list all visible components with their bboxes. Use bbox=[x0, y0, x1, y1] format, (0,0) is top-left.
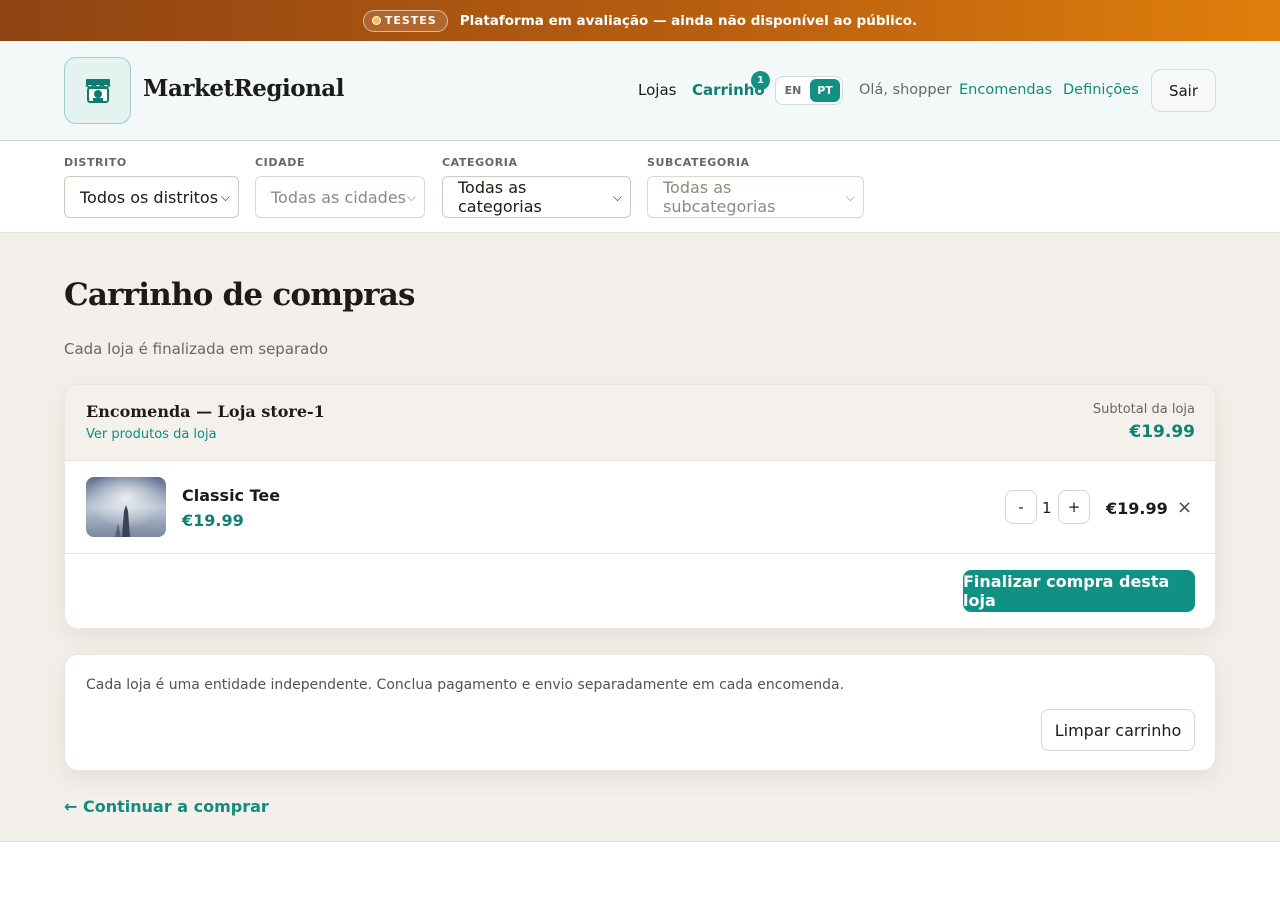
subtotal-value: €19.99 bbox=[1129, 422, 1195, 442]
page-title: Carrinho de compras bbox=[64, 277, 415, 313]
increase-quantity-button[interactable]: + bbox=[1058, 490, 1090, 524]
clear-cart-button[interactable]: Limpar carrinho bbox=[1041, 709, 1195, 751]
product-thumbnail[interactable] bbox=[86, 477, 166, 537]
language-switcher: EN PT bbox=[775, 76, 843, 105]
status-dot-icon bbox=[372, 17, 380, 24]
order-header: Encomenda — Loja store-1 Ver produtos da… bbox=[65, 385, 1215, 461]
site-header: MarketRegional Lojas Carrinho 1 EN PT Ol… bbox=[0, 41, 1280, 141]
product-name[interactable]: Classic Tee bbox=[182, 486, 280, 505]
lang-en-button[interactable]: EN bbox=[778, 79, 808, 102]
remove-item-icon[interactable]: × bbox=[1177, 497, 1192, 518]
test-banner: TESTES Plataforma em avaliação — ainda n… bbox=[0, 0, 1280, 41]
brand-name[interactable]: MarketRegional bbox=[143, 75, 344, 102]
decrease-quantity-button[interactable]: - bbox=[1005, 490, 1037, 524]
district-select[interactable]: Todos os distritos ⌵ bbox=[64, 176, 239, 218]
nav-stores[interactable]: Lojas bbox=[638, 81, 676, 99]
filter-city-label: CIDADE bbox=[255, 156, 306, 169]
filter-city: CIDADE Todas as cidades ⌵ bbox=[255, 156, 425, 218]
filter-bar: DISTRITO Todos os distritos ⌵ CIDADE Tod… bbox=[0, 141, 1280, 233]
banner-message: Plataforma em avaliação — ainda não disp… bbox=[459, 12, 918, 29]
user-greeting: Olá, shopper bbox=[859, 82, 952, 98]
logout-button[interactable]: Sair bbox=[1151, 69, 1216, 112]
test-badge: TESTES bbox=[362, 9, 448, 32]
cart-info-text: Cada loja é uma entidade independente. C… bbox=[86, 677, 845, 693]
storefront-logo-icon bbox=[84, 78, 111, 103]
cart-count-badge: 1 bbox=[751, 71, 770, 90]
category-select[interactable]: Todas as categorias ⌵ bbox=[442, 176, 631, 218]
filter-category: CATEGORIA Todas as categorias ⌵ bbox=[442, 156, 631, 218]
filter-category-label: CATEGORIA bbox=[442, 156, 518, 169]
lang-pt-button[interactable]: PT bbox=[810, 79, 840, 102]
test-badge-label: TESTES bbox=[384, 14, 437, 27]
filter-subcategory-label: SUBCATEGORIA bbox=[647, 156, 750, 169]
line-total: €19.99 bbox=[1106, 499, 1168, 518]
product-image-icon bbox=[86, 477, 166, 537]
category-select-value: Todas as categorias bbox=[458, 178, 542, 216]
cart-item-row: Classic Tee €19.99 - 1 + €19.99 × bbox=[65, 461, 1215, 554]
filter-district-label: DISTRITO bbox=[64, 156, 127, 169]
quantity-value: 1 bbox=[1042, 499, 1052, 517]
filter-district: DISTRITO Todos os distritos ⌵ bbox=[64, 156, 239, 218]
subtotal-label: Subtotal da loja bbox=[1092, 402, 1195, 417]
nav-orders[interactable]: Encomendas bbox=[959, 82, 1052, 98]
product-unit-price: €19.99 bbox=[182, 511, 244, 530]
continue-shopping-link[interactable]: ← Continuar a comprar bbox=[64, 797, 269, 816]
view-store-products-link[interactable]: Ver produtos da loja bbox=[86, 427, 217, 442]
chevron-down-icon: ⌵ bbox=[220, 189, 230, 204]
store-order-card: Encomenda — Loja store-1 Ver produtos da… bbox=[64, 384, 1216, 629]
city-select-value: Todas as cidades bbox=[271, 187, 406, 207]
cart-info-card: Cada loja é uma entidade independente. C… bbox=[64, 654, 1216, 771]
nav-settings[interactable]: Definições bbox=[1063, 82, 1139, 98]
checkout-store-button[interactable]: Finalizar compra desta loja bbox=[963, 570, 1195, 612]
city-select[interactable]: Todas as cidades ⌵ bbox=[255, 176, 425, 218]
filter-subcategory: SUBCATEGORIA Todas as subcategorias ⌵ bbox=[647, 156, 864, 218]
district-select-value: Todos os distritos bbox=[80, 187, 219, 207]
chevron-down-icon: ⌵ bbox=[845, 189, 855, 204]
logo[interactable] bbox=[64, 57, 131, 124]
chevron-down-icon: ⌵ bbox=[612, 189, 622, 204]
subcategory-select-value: Todas as subcategorias bbox=[663, 178, 776, 216]
main-content: Carrinho de compras Cada loja é finaliza… bbox=[0, 233, 1280, 842]
chevron-down-icon: ⌵ bbox=[406, 189, 416, 204]
page-subtitle: Cada loja é finalizada em separado bbox=[64, 340, 329, 358]
order-title: Encomenda — Loja store-1 bbox=[86, 402, 325, 421]
subcategory-select[interactable]: Todas as subcategorias ⌵ bbox=[647, 176, 864, 218]
